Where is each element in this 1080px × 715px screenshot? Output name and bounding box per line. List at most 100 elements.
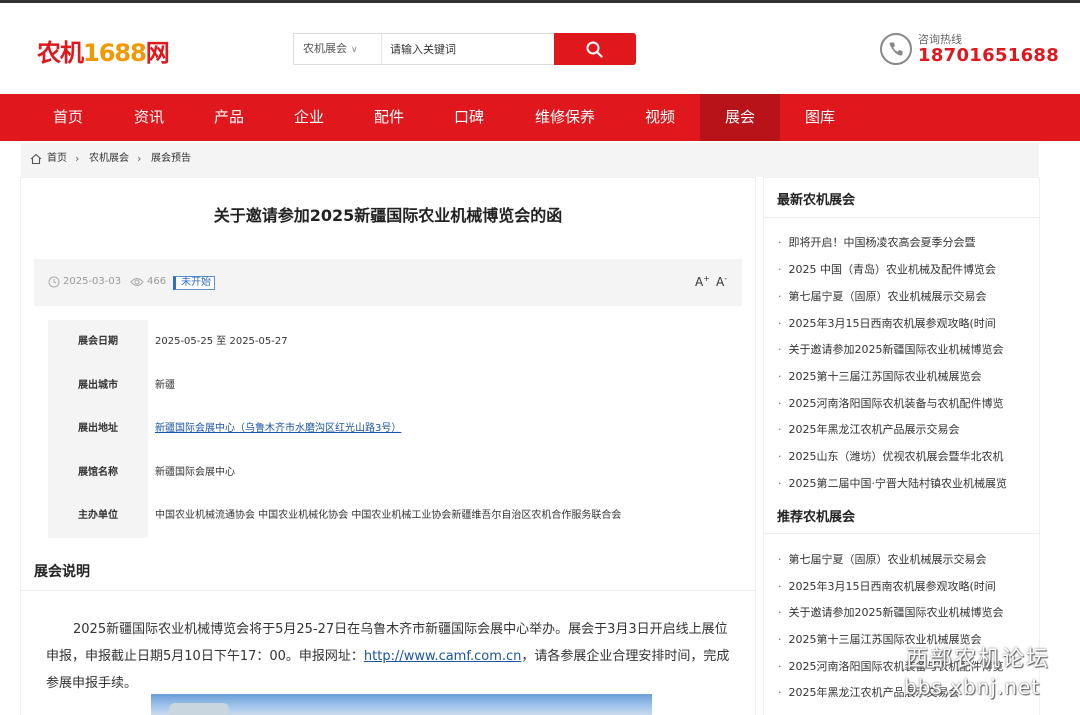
info-key: 展出地址 xyxy=(48,407,148,451)
bullet-icon: · xyxy=(778,660,782,673)
home-icon[interactable] xyxy=(30,153,42,165)
nav-item-news[interactable]: 资讯 xyxy=(109,94,189,141)
status-badge: 未开始 xyxy=(173,276,215,290)
nav-item-home[interactable]: 首页 xyxy=(28,94,108,141)
bullet-icon: · xyxy=(778,606,782,619)
list-item[interactable]: · 2025第十三届江苏国际农业机械展览会 xyxy=(778,631,1033,647)
breadcrumb: 首页 › 农机展会 › 展会预告 xyxy=(21,143,1039,177)
list-item[interactable]: · 2025年黑龙江农机产品展示交易会 xyxy=(778,684,1033,700)
search-input[interactable] xyxy=(390,39,550,59)
publish-date: 2025-03-03 xyxy=(63,276,122,287)
breadcrumb-home[interactable]: 首页 xyxy=(47,153,67,165)
list-item-label: 2025河南洛阳国际农机装备与农机配件博览 xyxy=(788,397,1004,410)
bullet-icon: · xyxy=(778,370,782,383)
font-size-decrease-button[interactable]: A- xyxy=(716,274,727,289)
info-value: 新疆 xyxy=(155,379,175,391)
article-title: 关于邀请参加2025新疆国际农业机械博览会的函 xyxy=(213,206,563,225)
phone-icon xyxy=(880,33,912,65)
list-item[interactable]: · 即将开启！中国杨凌农高会夏季分会暨 xyxy=(778,234,1033,250)
exhibition-info-table: 展会日期 2025-05-25 至 2025-05-27 展出城市 新疆 展出地… xyxy=(48,320,742,538)
clock-icon xyxy=(48,276,60,288)
registration-link[interactable]: http://www.camf.com.cn xyxy=(364,649,522,664)
list-item-label: 2025山东（潍坊）优视农机展会暨华北农机 xyxy=(788,450,1004,463)
list-item[interactable]: · 第七届宁夏（固原）农业机械展示交易会 xyxy=(778,551,1033,567)
info-key: 展出城市 xyxy=(48,363,148,407)
nav-item-gallery[interactable]: 图库 xyxy=(780,94,860,141)
list-item-label: 第七届宁夏（固原）农业机械展示交易会 xyxy=(788,553,987,566)
bullet-icon: · xyxy=(778,633,782,646)
list-item-label: 2025 中国（青岛）农业机械及配件博览会 xyxy=(788,263,997,276)
search-category-label: 农机展会 xyxy=(303,42,347,55)
chevron-down-icon: ∨ xyxy=(351,45,358,55)
list-item[interactable]: · 2025年3月15日西南农机展参观攻略(时间 xyxy=(778,578,1033,594)
list-item[interactable]: · 2025年黑龙江农机产品展示交易会 xyxy=(778,421,1033,437)
list-item-label: 2025第十三届江苏国际农业机械展览会 xyxy=(788,633,982,646)
info-value: 新疆国际会展中心 xyxy=(155,466,235,478)
breadcrumb-exhibitions[interactable]: 农机展会 xyxy=(89,153,129,165)
list-item[interactable]: · 关于邀请参加2025新疆国际农业机械博览会 xyxy=(778,604,1033,620)
list-item-label: 2025年黑龙江农机产品展示交易会 xyxy=(788,423,960,436)
bullet-icon: · xyxy=(778,686,782,699)
chevron-right-icon: › xyxy=(137,152,142,165)
search-category-select[interactable]: 农机展会 ∨ xyxy=(294,34,382,64)
info-row-venue: 展馆名称 新疆国际会展中心 xyxy=(48,450,742,494)
nav-item-exhibitions[interactable]: 展会 xyxy=(700,94,780,141)
article-panel: 关于邀请参加2025新疆国际农业机械博览会的函 2025-03-03 466 未… xyxy=(21,178,755,715)
divider xyxy=(764,533,1039,534)
divider xyxy=(764,217,1039,218)
list-item[interactable]: · 第七届宁夏（固原）农业机械展示交易会 xyxy=(778,288,1033,304)
bullet-icon: · xyxy=(778,263,782,276)
venue-address-link[interactable]: 新疆国际会展中心（乌鲁木齐市水磨沟区红光山路3号） xyxy=(155,407,401,451)
list-item[interactable]: · 关于邀请参加2025新疆国际农业机械博览会 xyxy=(778,341,1033,357)
nav-item-companies[interactable]: 企业 xyxy=(269,94,349,141)
list-item-label: 2025年3月15日西南农机展参观攻略(时间 xyxy=(788,317,996,330)
bullet-icon: · xyxy=(778,450,782,463)
info-row-organizer: 主办单位 中国农业机械流通协会 中国农业机械化协会 中国农业机械工业协会新疆维吾… xyxy=(48,494,742,538)
list-item-label: 即将开启！中国杨凌农高会夏季分会暨 xyxy=(788,236,976,249)
description-paragraph: 2025新疆国际农业机械博览会将于5月25-27日在乌鲁木齐市新疆国际会展中心举… xyxy=(46,616,736,697)
list-item[interactable]: · 2025河南洛阳国际农机装备与农机配件博览 xyxy=(778,658,1033,674)
nav-item-maintenance[interactable]: 维修保养 xyxy=(515,94,615,141)
search-button[interactable] xyxy=(554,33,636,65)
building-shape xyxy=(169,703,229,715)
font-increase-label: A xyxy=(695,275,704,289)
nav-item-reviews[interactable]: 口碑 xyxy=(429,94,509,141)
font-size-increase-button[interactable]: A+ xyxy=(695,274,710,289)
chevron-right-icon: › xyxy=(75,152,80,165)
site-header: 农机1688网 农机展会 ∨ 咨询热线 18701651688 xyxy=(0,3,1080,94)
bullet-icon: · xyxy=(778,397,782,410)
bullet-icon: · xyxy=(778,236,782,249)
plus-sign: + xyxy=(703,274,710,283)
description-heading: 展会说明 xyxy=(34,564,90,580)
list-item[interactable]: · 2025年3月15日西南农机展参观攻略(时间 xyxy=(778,315,1033,331)
info-value: 2025-05-25 至 2025-05-27 xyxy=(155,336,288,347)
eye-icon xyxy=(130,278,144,286)
bullet-icon: · xyxy=(778,343,782,356)
logo-text-1: 农机 xyxy=(37,39,84,67)
list-item[interactable]: · 2025山东（潍坊）优视农机展会暨华北农机 xyxy=(778,448,1033,464)
search-icon xyxy=(586,41,603,58)
info-key: 展馆名称 xyxy=(48,450,148,494)
nav-item-products[interactable]: 产品 xyxy=(189,94,269,141)
sidebar: 最新农机展会 · 即将开启！中国杨凌农高会夏季分会暨 · 2025 中国（青岛）农业… xyxy=(764,178,1039,715)
article-image xyxy=(151,694,652,715)
list-item[interactable]: · 2025 中国（青岛）农业机械及配件博览会 xyxy=(778,261,1033,277)
info-row-date: 展会日期 2025-05-25 至 2025-05-27 xyxy=(48,320,742,364)
breadcrumb-preview[interactable]: 展会预告 xyxy=(151,153,191,165)
nav-item-parts[interactable]: 配件 xyxy=(349,94,429,141)
bullet-icon: · xyxy=(778,317,782,330)
list-item-label: 2025年黑龙江农机产品展示交易会 xyxy=(788,686,960,699)
recommended-exhibitions-heading: 推荐农机展会 xyxy=(777,510,856,525)
main-nav: 首页 资讯 产品 企业 配件 口碑 维修保养 视频 展会 图库 xyxy=(0,94,1080,141)
list-item[interactable]: · 2025第二届中国·宁晋大陆村镇农业机械展览 xyxy=(778,475,1033,491)
site-logo[interactable]: 农机1688网 xyxy=(37,33,170,68)
latest-exhibitions-heading: 最新农机展会 xyxy=(777,193,856,208)
bullet-icon: · xyxy=(778,477,782,490)
font-decrease-label: A xyxy=(716,275,725,289)
nav-item-videos[interactable]: 视频 xyxy=(620,94,700,141)
list-item[interactable]: · 2025第十三届江苏国际农业机械展览会 xyxy=(778,368,1033,384)
list-item[interactable]: · 2025河南洛阳国际农机装备与农机配件博览 xyxy=(778,395,1033,411)
list-item-label: 2025河南洛阳国际农机装备与农机配件博览 xyxy=(788,660,1004,673)
minus-sign: - xyxy=(724,274,728,283)
list-item-label: 2025第十三届江苏国际农业机械展览会 xyxy=(788,370,982,383)
